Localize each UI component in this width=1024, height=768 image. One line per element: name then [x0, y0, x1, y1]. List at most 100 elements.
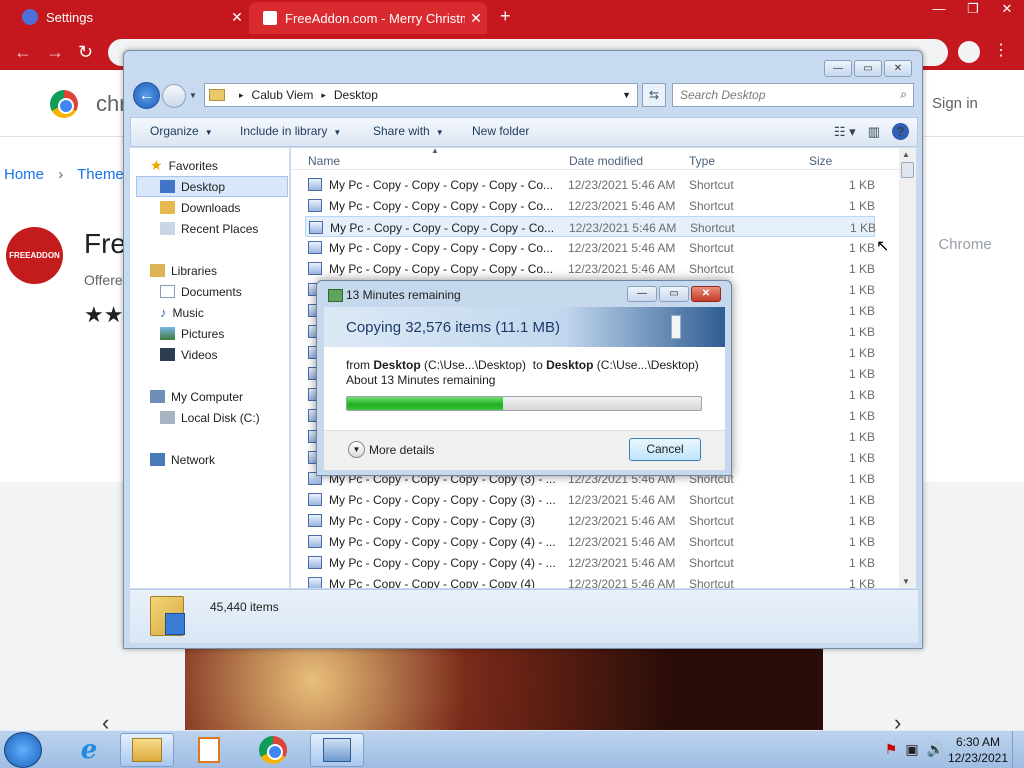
close-button[interactable]: ✕ — [884, 60, 912, 77]
tab-close-icon[interactable]: ✕ — [465, 10, 487, 27]
help-icon[interactable]: ? — [892, 123, 909, 140]
file-row[interactable]: My Pc - Copy - Copy - Copy - Copy (3) 12/… — [305, 510, 875, 531]
cancel-button[interactable]: Cancel — [629, 438, 701, 461]
nav-label: Music — [172, 305, 204, 320]
nav-documents[interactable]: Documents — [160, 281, 242, 302]
file-row[interactable]: My Pc - Copy - Copy - Copy - Copy - Co..… — [305, 258, 875, 279]
address-bar[interactable]: ▸ Calub Viem ▸ Desktop ▼ — [204, 83, 638, 107]
scroll-down-icon[interactable]: ▼ — [902, 577, 910, 586]
nav-local-disk[interactable]: Local Disk (C:) — [160, 407, 260, 428]
forward-arrow-icon[interactable]: → — [46, 42, 64, 63]
maximize-button[interactable]: ❐ — [956, 0, 990, 20]
mouse-cursor-icon: ↖ — [876, 238, 890, 255]
start-button[interactable] — [4, 732, 42, 768]
file-type: Shortcut — [689, 556, 734, 570]
search-input[interactable]: Search Desktop ⌕ — [672, 83, 914, 107]
column-date-modified[interactable]: Date modified — [569, 154, 643, 168]
profile-avatar-icon[interactable] — [958, 41, 980, 63]
shortcut-icon — [308, 514, 322, 527]
column-size[interactable]: Size — [809, 154, 832, 168]
back-button[interactable]: ← — [133, 82, 160, 109]
file-size: 1 KB — [848, 262, 875, 276]
nav-label: Downloads — [181, 200, 241, 215]
from-folder-link[interactable]: Desktop — [373, 358, 420, 372]
tab-settings[interactable]: Settings ✕ — [8, 0, 248, 34]
show-desktop-button[interactable] — [1012, 731, 1024, 768]
shortcut-icon — [308, 577, 322, 588]
refresh-button[interactable]: ⇆ — [642, 83, 666, 107]
file-name: My Pc - Copy - Copy - Copy - Copy - Co..… — [330, 221, 555, 235]
minimize-button[interactable]: — — [627, 286, 657, 302]
maximize-button[interactable]: ▭ — [659, 286, 689, 302]
tab-freeaddon[interactable]: FreeAddon.com - Merry Christmas ✕ — [249, 2, 487, 34]
nav-recent-places[interactable]: Recent Places — [160, 218, 258, 239]
file-row[interactable]: My Pc - Copy - Copy - Copy - Copy (3) - … — [305, 489, 875, 510]
brand-text: chr — [96, 91, 127, 116]
file-row[interactable]: My Pc - Copy - Copy - Copy - Copy - Co..… — [305, 216, 876, 237]
close-button[interactable]: ✕ — [990, 0, 1024, 20]
breadcrumb-home[interactable]: Home — [4, 166, 44, 183]
file-type: Shortcut — [689, 577, 734, 588]
vertical-scrollbar[interactable]: ▲ ▼ — [899, 148, 916, 588]
file-date: 12/23/2021 5:46 AM — [568, 535, 676, 549]
taskbar-explorer[interactable] — [120, 733, 174, 767]
tab-freeaddon-title: FreeAddon.com - Merry Christmas — [285, 10, 465, 26]
preview-pane-icon[interactable]: ▥ — [868, 124, 880, 140]
close-button[interactable]: ✕ — [691, 286, 721, 302]
to-folder-link[interactable]: Desktop — [546, 358, 593, 372]
minimize-button[interactable]: — — [922, 0, 956, 20]
file-row[interactable]: My Pc - Copy - Copy - Copy - Copy - Co..… — [305, 195, 875, 216]
network-icon — [150, 453, 165, 466]
file-row[interactable]: My Pc - Copy - Copy - Copy - Copy (4) - … — [305, 552, 875, 573]
sign-in-link[interactable]: Sign in — [932, 95, 978, 112]
scroll-up-icon[interactable]: ▲ — [902, 150, 910, 159]
maximize-button[interactable]: ▭ — [854, 60, 882, 77]
nav-libraries[interactable]: Libraries — [150, 260, 217, 281]
tab-close-icon[interactable]: ✕ — [226, 9, 248, 26]
clock[interactable]: 6:30 AM 12/23/2021 — [948, 734, 1008, 766]
network-icon[interactable]: ▣ — [905, 741, 918, 758]
add-to-chrome-button[interactable]: Chrome — [915, 228, 1015, 260]
minimize-button[interactable]: — — [824, 60, 852, 77]
nav-music[interactable]: ♪ Music — [160, 302, 204, 323]
nav-favorites[interactable]: ★ Favorites — [150, 155, 218, 176]
column-type[interactable]: Type — [689, 154, 715, 168]
volume-icon[interactable]: 🔊 — [927, 741, 944, 758]
view-options-icon[interactable]: ☷ ▾ — [834, 124, 856, 140]
taskbar-ie[interactable]: e — [62, 733, 116, 767]
address-dropdown-icon[interactable]: ▼ — [622, 90, 631, 100]
file-row[interactable]: My Pc - Copy - Copy - Copy - Copy (4) - … — [305, 531, 875, 552]
webstore-brand[interactable]: chr — [50, 90, 127, 118]
reload-icon[interactable]: ↻ — [78, 42, 93, 63]
taskbar-chrome[interactable] — [246, 733, 300, 767]
path-desktop[interactable]: Desktop — [334, 88, 378, 102]
forward-button[interactable] — [162, 84, 186, 108]
nav-network[interactable]: Network — [150, 449, 215, 470]
taskbar-media-player[interactable] — [182, 733, 236, 767]
more-details-toggle[interactable]: ▼ More details — [348, 441, 434, 458]
nav-pictures[interactable]: Pictures — [160, 323, 224, 344]
file-row[interactable]: My Pc - Copy - Copy - Copy - Copy - Co..… — [305, 174, 875, 195]
nav-my-computer[interactable]: My Computer — [150, 386, 243, 407]
organize-menu[interactable]: Organize ▼ — [150, 124, 213, 138]
action-center-flag-icon[interactable]: ⚑ — [885, 741, 898, 758]
include-in-library-menu[interactable]: Include in library ▼ — [240, 124, 341, 138]
file-row[interactable]: My Pc - Copy - Copy - Copy - Copy (4) 12/… — [305, 573, 875, 588]
share-with-menu[interactable]: Share with ▼ — [373, 124, 444, 138]
back-arrow-icon[interactable]: ← — [14, 42, 32, 63]
recent-pages-chevron-icon[interactable]: ▼ — [189, 91, 197, 100]
new-folder-button[interactable]: New folder — [472, 124, 529, 138]
nav-desktop[interactable]: Desktop — [136, 176, 288, 197]
kebab-menu-icon[interactable]: ⋮ — [993, 40, 1009, 60]
path-user[interactable]: Calub Viem — [252, 88, 314, 102]
dialog-title: 13 Minutes remaining — [346, 288, 461, 302]
taskbar-copy-dialog[interactable] — [310, 733, 364, 767]
nav-videos[interactable]: Videos — [160, 344, 217, 365]
column-name[interactable]: Name — [308, 154, 340, 168]
file-row[interactable]: My Pc - Copy - Copy - Copy - Copy - Co..… — [305, 237, 875, 258]
scroll-thumb[interactable] — [901, 162, 914, 178]
nav-downloads[interactable]: Downloads — [160, 197, 240, 218]
new-tab-button[interactable]: + — [500, 6, 511, 27]
shortcut-icon — [308, 178, 322, 191]
chevron-down-icon: ▼ — [348, 441, 365, 458]
